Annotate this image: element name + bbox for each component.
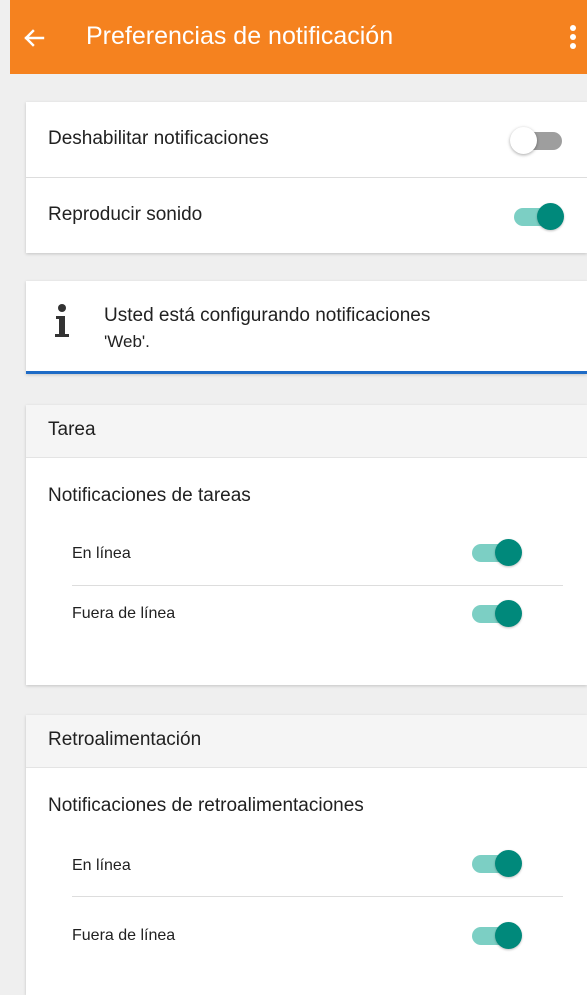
feedback-online-toggle[interactable] <box>468 848 524 878</box>
info-message-line: Usted está configurando notificaciones <box>104 305 431 326</box>
task-online-toggle[interactable] <box>468 537 524 567</box>
more-vert-icon[interactable] <box>568 25 578 55</box>
section-header: Tarea <box>26 405 587 458</box>
section-title: Retroalimentación <box>48 729 202 750</box>
feedback-online-row[interactable]: En línea <box>26 835 587 895</box>
feedback-section-card: Retroalimentación Notificaciones de retr… <box>26 715 587 995</box>
section-title: Tarea <box>48 419 96 440</box>
info-message-line: 'Web'. <box>104 332 150 351</box>
page-title: Preferencias de notificación <box>86 22 394 50</box>
task-section-card: Tarea Notificaciones de tareas En línea … <box>26 405 587 685</box>
info-icon <box>54 303 70 339</box>
task-online-row[interactable]: En línea <box>26 525 587 585</box>
offline-label: Fuera de línea <box>72 927 176 944</box>
play-sound-label: Reproducir sonido <box>48 204 203 225</box>
disable-notifications-row[interactable]: Deshabilitar notificaciones <box>26 102 587 177</box>
online-label: En línea <box>72 545 131 562</box>
task-offline-row[interactable]: Fuera de línea <box>26 586 587 646</box>
group-label: Notificaciones de tareas <box>48 485 251 506</box>
app-bar: Preferencias de notificación <box>10 0 587 74</box>
disable-notifications-toggle[interactable] <box>510 125 566 155</box>
play-sound-row[interactable]: Reproducir sonido <box>26 178 587 253</box>
online-label: En línea <box>72 857 131 874</box>
feedback-offline-row[interactable]: Fuera de línea <box>26 897 587 957</box>
arrow-left-icon[interactable] <box>22 26 46 50</box>
info-message: Usted está configurando notificaciones '… <box>104 303 564 355</box>
group-label: Notificaciones de retroalimentaciones <box>48 795 364 816</box>
task-offline-toggle[interactable] <box>468 598 524 628</box>
feedback-offline-toggle[interactable] <box>468 920 524 950</box>
info-banner: Usted está configurando notificaciones '… <box>26 281 587 374</box>
section-header: Retroalimentación <box>26 715 587 768</box>
offline-label: Fuera de línea <box>72 605 176 622</box>
disable-notifications-label: Deshabilitar notificaciones <box>48 128 269 149</box>
play-sound-toggle[interactable] <box>510 201 566 231</box>
general-settings-card: Deshabilitar notificaciones Reproducir s… <box>26 102 587 253</box>
